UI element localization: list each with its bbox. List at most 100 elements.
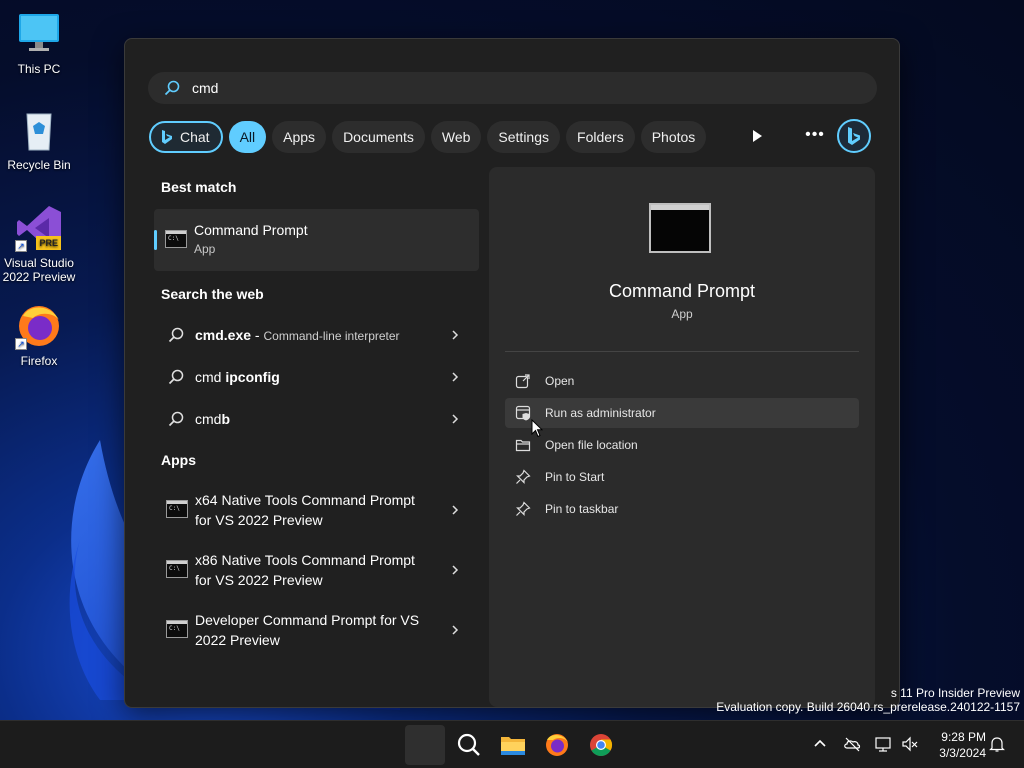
best-match-title: Command Prompt (194, 222, 308, 238)
clock-date: 3/3/2024 (939, 746, 986, 760)
action-run-as-administrator[interactable]: Run as administrator (505, 398, 859, 428)
taskbar-chrome[interactable] (581, 725, 621, 765)
taskbar-file-explorer[interactable] (493, 725, 533, 765)
open-external-icon (515, 374, 530, 389)
chevron-right-icon (452, 330, 459, 340)
search-icon (168, 327, 184, 343)
preview-badge: PRE (36, 236, 61, 250)
web-result-text: cmd ipconfig (195, 369, 280, 385)
filter-documents[interactable]: Documents (332, 121, 425, 153)
filter-photos[interactable]: Photos (640, 121, 707, 153)
command-prompt-large-icon (649, 203, 711, 253)
action-pin-to-start[interactable]: Pin to Start (505, 462, 859, 492)
chrome-icon (590, 734, 612, 756)
start-button[interactable] (405, 725, 445, 765)
pin-icon (516, 501, 531, 516)
bing-button[interactable] (837, 119, 871, 153)
clock-time: 9:28 PM (941, 730, 986, 744)
web-result-cmdb[interactable]: cmdb (155, 399, 480, 439)
filter-settings[interactable]: Settings (487, 121, 561, 153)
app-result-label: x64 Native Tools Command Prompt for VS 2… (195, 492, 415, 528)
folder-icon (515, 439, 531, 452)
app-result-label: x86 Native Tools Command Prompt for VS 2… (195, 552, 415, 588)
notification-bell-icon[interactable] (988, 735, 1006, 753)
recycle-bin-icon (15, 106, 63, 154)
apps-heading: Apps (161, 452, 196, 468)
shortcut-arrow-icon: ↗ (15, 338, 27, 350)
action-label: Run as administrator (545, 406, 656, 420)
web-result-text: cmd.exe - Command-line interpreter (195, 327, 400, 343)
filter-label: Chat (180, 129, 210, 145)
bing-chat-icon (162, 130, 172, 144)
file-explorer-icon (501, 737, 525, 755)
search-panel: Chat All Apps Documents Web Settings Fol… (124, 38, 900, 708)
app-result-developer-command-prompt[interactable]: C:\ Developer Command Prompt for VS 2022… (155, 602, 480, 658)
chevron-right-icon (452, 372, 459, 382)
filter-folders[interactable]: Folders (566, 121, 635, 153)
search-icon (164, 80, 180, 96)
action-open-file-location[interactable]: Open file location (505, 430, 859, 460)
shield-admin-icon (515, 405, 531, 421)
selection-indicator (154, 230, 157, 250)
desktop-icon-label: Visual Studio 2022 Preview (2, 256, 76, 284)
web-result-cmd-ipconfig[interactable]: cmd ipconfig (155, 357, 480, 397)
desktop-icon-recycle-bin[interactable]: Recycle Bin (0, 106, 78, 172)
web-result-text: cmdb (195, 411, 231, 427)
best-match-item[interactable]: C:\ Command Prompt App (154, 209, 479, 271)
evaluation-watermark: s 11 Pro Insider Preview Evaluation copy… (716, 686, 1020, 714)
action-pin-to-taskbar[interactable]: Pin to taskbar (505, 494, 859, 524)
taskbar-clock[interactable]: 9:28 PM 3/3/2024 (926, 729, 986, 761)
details-subtitle: App (671, 307, 693, 321)
mouse-cursor-icon (531, 419, 543, 438)
app-result-x64-native-tools[interactable]: C:\ x64 Native Tools Command Prompt for … (155, 482, 480, 538)
volume-muted-icon[interactable] (901, 735, 919, 753)
chevron-right-icon (452, 414, 459, 424)
details-divider (505, 351, 859, 352)
command-prompt-icon: C:\ (166, 500, 188, 518)
desktop-icon-this-pc[interactable]: This PC (0, 10, 78, 76)
pin-icon (516, 469, 531, 484)
details-title: Command Prompt (608, 281, 756, 301)
computer-icon (15, 10, 63, 58)
filter-bar: Chat All Apps Documents Web Settings Fol… (149, 121, 712, 153)
details-pane: Command Prompt App Open Run as administr… (489, 167, 875, 707)
taskbar-firefox[interactable] (537, 725, 577, 765)
app-result-label: Developer Command Prompt for VS 2022 Pre… (195, 612, 420, 648)
more-options-icon[interactable]: ••• (805, 125, 825, 145)
action-label: Open file location (545, 438, 638, 452)
filter-all[interactable]: All (228, 121, 267, 153)
command-prompt-icon: C:\ (166, 620, 188, 638)
search-input[interactable] (192, 80, 792, 96)
best-match-heading: Best match (161, 179, 237, 195)
onedrive-offline-icon[interactable] (843, 735, 861, 753)
network-icon[interactable] (874, 735, 892, 753)
filter-apps[interactable]: Apps (272, 121, 327, 153)
bing-icon (848, 127, 860, 145)
desktop-icon-visual-studio[interactable]: PRE ↗ Visual Studio 2022 Preview (0, 204, 78, 284)
chevron-right-icon (452, 625, 459, 635)
desktop-icon-firefox[interactable]: ↗ Firefox (0, 302, 78, 368)
chevron-right-icon (452, 505, 459, 515)
app-result-x86-native-tools[interactable]: C:\ x86 Native Tools Command Prompt for … (155, 542, 480, 598)
visual-studio-icon: PRE ↗ (15, 204, 63, 252)
show-hidden-icons-chevron-up-icon[interactable] (811, 735, 829, 753)
chevron-right-icon (452, 565, 459, 575)
search-icon (457, 733, 480, 756)
action-label: Pin to Start (545, 470, 605, 484)
search-icon (168, 411, 184, 427)
filter-chat[interactable]: Chat (149, 121, 223, 153)
filter-web[interactable]: Web (430, 121, 482, 153)
search-box[interactable] (148, 72, 877, 104)
web-result-cmd-exe[interactable]: cmd.exe - Command-line interpreter (155, 315, 480, 355)
action-label: Pin to taskbar (545, 502, 619, 516)
search-icon (168, 369, 184, 385)
watermark-line: Evaluation copy. Build 26040.rs_prerelea… (716, 700, 1020, 714)
more-filters-play-icon[interactable] (749, 128, 765, 144)
desktop-icon-label: Recycle Bin (7, 158, 71, 172)
action-open[interactable]: Open (505, 366, 859, 396)
taskbar-search-button[interactable] (449, 725, 489, 765)
command-prompt-icon: C:\ (166, 560, 188, 578)
firefox-icon (546, 734, 568, 756)
watermark-line: s 11 Pro Insider Preview (890, 686, 1020, 700)
web-heading: Search the web (161, 286, 264, 302)
